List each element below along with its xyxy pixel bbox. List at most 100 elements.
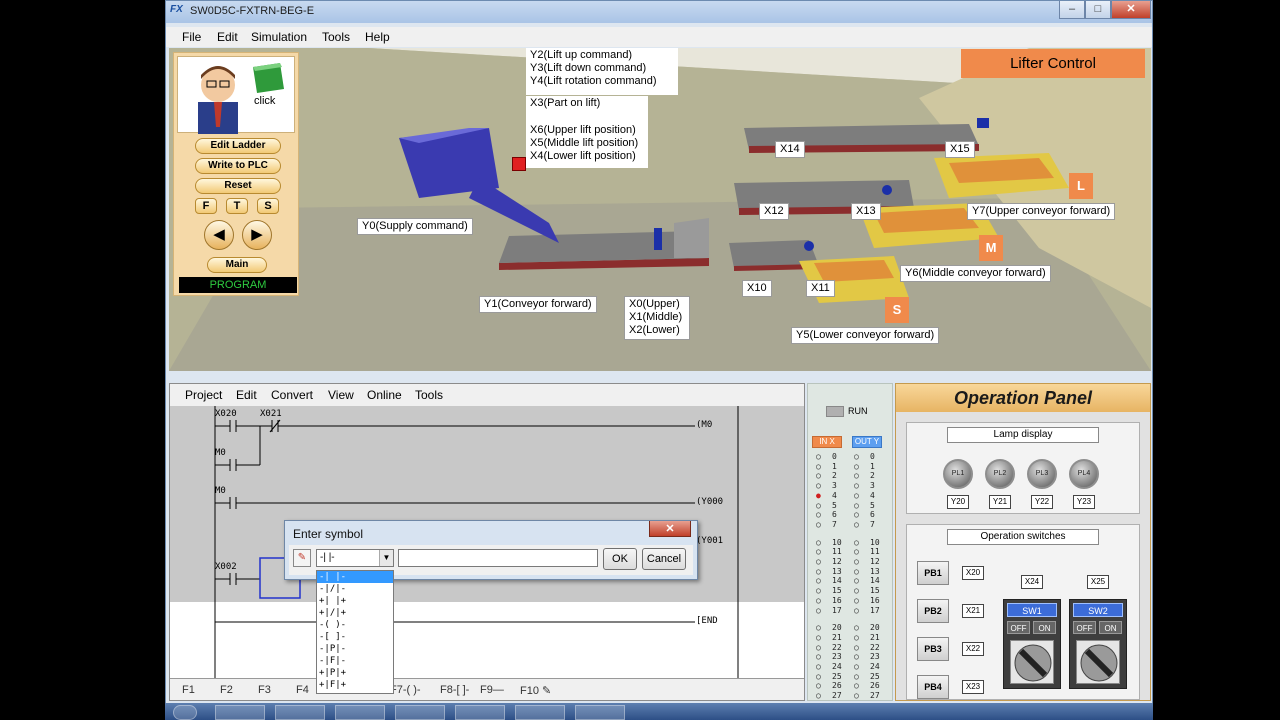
symbol-option[interactable]: +|/|+ <box>317 607 393 619</box>
taskbar-app[interactable] <box>215 705 265 720</box>
reset-button[interactable]: Reset <box>195 178 281 194</box>
sw2-on[interactable]: ON <box>1099 621 1122 634</box>
menu-file[interactable]: File <box>182 30 201 44</box>
contact-x020: X020 <box>215 409 237 419</box>
cancel-button[interactable]: Cancel <box>642 548 686 570</box>
symbol-option[interactable]: +|P|+ <box>317 667 393 679</box>
f2-button[interactable]: F2 <box>220 684 233 696</box>
io-out-address: 14 <box>870 576 880 586</box>
pen-icon[interactable]: ✎ <box>293 549 311 567</box>
symbol-option[interactable]: +| |+ <box>317 595 393 607</box>
io-out-address: 4 <box>870 490 875 500</box>
sw-tag-x25: X25 <box>1087 575 1109 589</box>
pb-tag-x22: X22 <box>962 642 984 656</box>
symbol-option[interactable]: -|/|- <box>317 583 393 595</box>
main-menu-bar: File Edit Simulation Tools Help <box>166 27 1152 47</box>
ladder-menu-convert[interactable]: Convert <box>271 388 313 402</box>
tag-l: L <box>1069 173 1093 199</box>
ladder-menu-online[interactable]: Online <box>367 388 402 402</box>
lift-command-labels: Y2(Lift up command) Y3(Lift down command… <box>526 48 678 95</box>
taskbar-app[interactable] <box>275 705 325 720</box>
f4-button[interactable]: F4 <box>296 684 309 696</box>
menu-edit[interactable]: Edit <box>217 30 238 44</box>
sw1-switch[interactable]: SW1 OFF ON <box>1003 599 1061 689</box>
menu-tools[interactable]: Tools <box>322 30 350 44</box>
main-button[interactable]: Main <box>207 257 267 273</box>
taskbar-app[interactable] <box>395 705 445 720</box>
symbol-option[interactable]: -( )- <box>317 619 393 631</box>
operation-panel: Operation Panel Lamp display PL1 PL2 PL3… <box>895 383 1151 701</box>
menu-simulation[interactable]: Simulation <box>251 30 307 44</box>
f1-button[interactable]: F1 <box>182 684 195 696</box>
io-out-led: ○ <box>854 471 859 481</box>
dialog-close-button[interactable]: ✕ <box>649 521 691 537</box>
sw1-off[interactable]: OFF <box>1007 621 1030 634</box>
start-icon[interactable] <box>173 705 197 720</box>
io-out-address: 16 <box>870 595 880 605</box>
symbol-option[interactable]: +|F|+ <box>317 679 393 691</box>
f-button[interactable]: F <box>195 198 217 214</box>
io-out-address: 22 <box>870 642 880 652</box>
io-out-address: 27 <box>870 691 880 701</box>
maximize-button[interactable]: □ <box>1085 1 1111 19</box>
io-in-address: 5 <box>832 500 837 510</box>
taskbar-app[interactable] <box>455 705 505 720</box>
ladder-menu-tools[interactable]: Tools <box>415 388 443 402</box>
taskbar-app[interactable] <box>515 705 565 720</box>
pb2-button[interactable]: PB2 <box>917 599 949 623</box>
ladder-menu-project[interactable]: Project <box>185 388 222 402</box>
close-button[interactable]: ✕ <box>1111 1 1151 19</box>
symbol-text-field[interactable] <box>398 549 598 567</box>
f9-button[interactable]: F9— <box>480 684 504 696</box>
f7-button[interactable]: F7-( )- <box>390 684 421 696</box>
io-in-address: 26 <box>832 681 842 691</box>
ok-button[interactable]: OK <box>603 548 637 570</box>
pb-tag-x21: X21 <box>962 604 984 618</box>
taskbar-app[interactable] <box>335 705 385 720</box>
io-out-led: ○ <box>854 576 859 586</box>
taskbar-app[interactable] <box>575 705 625 720</box>
sw2-off[interactable]: OFF <box>1073 621 1096 634</box>
io-in-led: ○ <box>816 632 821 642</box>
t-button[interactable]: T <box>226 198 248 214</box>
lamp-tag-y23: Y23 <box>1073 495 1095 509</box>
f8-button[interactable]: F8-[ ]- <box>440 684 469 696</box>
minimize-button[interactable]: – <box>1059 1 1085 19</box>
pb4-button[interactable]: PB4 <box>917 675 949 699</box>
menu-help[interactable]: Help <box>365 30 390 44</box>
lamp-tag-y22: Y22 <box>1031 495 1053 509</box>
io-out-address: 10 <box>870 537 880 547</box>
f10-button[interactable]: F10 ✎ <box>520 684 551 697</box>
lamp-display-group: Lamp display PL1 PL2 PL3 PL4 Y20 Y21 Y22… <box>906 422 1140 514</box>
s-button[interactable]: S <box>257 198 279 214</box>
symbol-option[interactable]: -[ ]- <box>317 631 393 643</box>
symbol-option[interactable]: -|P|- <box>317 643 393 655</box>
pb3-button[interactable]: PB3 <box>917 637 949 661</box>
edit-ladder-button[interactable]: Edit Ladder <box>195 138 281 154</box>
instructor-avatar: click <box>177 56 295 134</box>
prev-arrow-icon[interactable]: ◀ <box>204 220 234 250</box>
symbol-combo[interactable]: -| |- ▼ <box>316 549 394 567</box>
symbol-option[interactable]: -| |- <box>317 571 393 583</box>
io-monitor: RUN IN X OUT Y ○ 0 ○ 0 ○ 1 ○ 1 ○ 2 ○ 2 ○ 3 ○ 3 ● 4 ○ 4 ○ 5 ○ 5 ○… <box>807 383 893 701</box>
taskbar <box>165 703 1153 720</box>
io-out-led: ○ <box>854 557 859 566</box>
next-arrow-icon[interactable]: ▶ <box>242 220 272 250</box>
pb1-button[interactable]: PB1 <box>917 561 949 585</box>
sw2-knob-icon[interactable] <box>1076 640 1120 684</box>
f3-button[interactable]: F3 <box>258 684 271 696</box>
sw1-on[interactable]: ON <box>1033 621 1056 634</box>
symbol-option[interactable]: -|F|- <box>317 655 393 667</box>
io-in-address: 0 <box>832 452 837 461</box>
io-in-led: ○ <box>816 461 821 471</box>
io-in-address: 27 <box>832 691 842 701</box>
chevron-down-icon[interactable]: ▼ <box>379 550 393 566</box>
write-to-plc-button[interactable]: Write to PLC <box>195 158 281 174</box>
io-out-address: 13 <box>870 566 880 576</box>
io-out-led: ○ <box>854 652 859 662</box>
sw1-knob-icon[interactable] <box>1010 640 1054 684</box>
io-in-led: ○ <box>816 481 821 491</box>
ladder-menu-view[interactable]: View <box>328 388 354 402</box>
ladder-menu-edit[interactable]: Edit <box>236 388 257 402</box>
sw2-switch[interactable]: SW2 OFF ON <box>1069 599 1127 689</box>
